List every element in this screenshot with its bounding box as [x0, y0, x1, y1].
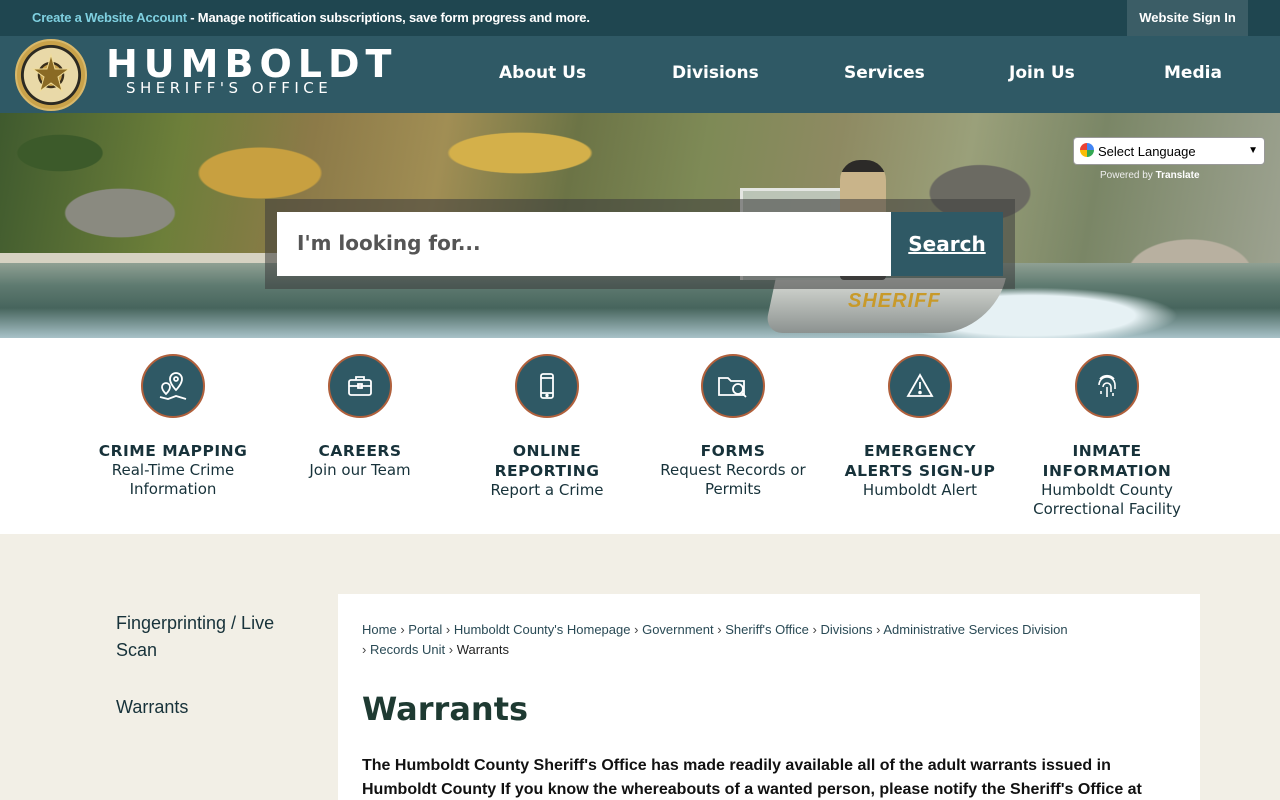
- intro-paragraph: The Humboldt County Sheriff's Office has…: [362, 757, 1142, 798]
- breadcrumb-separator: ›: [445, 622, 451, 637]
- quick-link-crime-mapping[interactable]: CRIME MAPPING Real-Time Crime Informatio…: [88, 338, 258, 499]
- side-navigation: Fingerprinting / Live Scan Warrants: [116, 610, 316, 721]
- breadcrumb-item[interactable]: Records Unit: [370, 642, 445, 657]
- map-pin-icon: [141, 354, 205, 418]
- nav-about-us[interactable]: About Us: [499, 63, 586, 83]
- breadcrumb-separator: ›: [448, 642, 454, 657]
- quick-link-emergency-alerts[interactable]: EMERGENCY ALERTS SIGN-UP Humboldt Alert: [835, 338, 1005, 500]
- search-input[interactable]: I'm looking for...: [277, 212, 891, 276]
- site-header: HUMBOLDT SHERIFF'S OFFICE About Us Divis…: [0, 36, 1280, 113]
- promo-text: - Manage notification subscriptions, sav…: [186, 10, 590, 25]
- brand-subtitle: SHERIFF'S OFFICE: [126, 79, 333, 97]
- briefcase-icon: [328, 354, 392, 418]
- breadcrumb-item[interactable]: Government: [642, 622, 714, 637]
- quick-link-title: INMATE INFORMATION: [1042, 442, 1172, 480]
- language-select-label: Select Language: [1098, 144, 1196, 159]
- nav-join-us[interactable]: Join Us: [1009, 63, 1075, 83]
- powered-by-translate[interactable]: Powered by Translate: [1100, 170, 1200, 181]
- powered-by-text: Powered by: [1100, 170, 1153, 181]
- breadcrumb-separator: ›: [717, 622, 722, 637]
- sidenav-item-warrants[interactable]: Warrants: [116, 694, 316, 721]
- hero-banner: SHERIFF Select Language ▼ Powered by Tra…: [0, 113, 1280, 338]
- breadcrumb-item[interactable]: Humboldt County's Homepage: [454, 622, 631, 637]
- breadcrumb-separator: ›: [812, 622, 817, 637]
- quick-link-online-reporting[interactable]: ONLINE REPORTING Report a Crime: [462, 338, 632, 500]
- search-button[interactable]: Search: [891, 212, 1003, 276]
- language-select[interactable]: Select Language ▼: [1073, 137, 1265, 165]
- quick-link-title: CAREERS: [318, 442, 402, 460]
- folder-search-icon: [701, 354, 765, 418]
- breadcrumb-item[interactable]: Sheriff's Office: [725, 622, 809, 637]
- quick-link-title: EMERGENCY ALERTS SIGN-UP: [844, 442, 996, 480]
- quick-links: CRIME MAPPING Real-Time Crime Informatio…: [0, 338, 1280, 534]
- quick-link-title: FORMS: [700, 442, 766, 460]
- mobile-phone-icon: [515, 354, 579, 418]
- breadcrumb-item[interactable]: Administrative Services Division: [883, 622, 1067, 637]
- breadcrumb: Home › Portal › Humboldt County's Homepa…: [362, 620, 1082, 660]
- sheriff-seal-logo[interactable]: [15, 39, 87, 111]
- fingerprint-icon: [1075, 354, 1139, 418]
- breadcrumb-separator: ›: [876, 622, 881, 637]
- website-sign-in-button[interactable]: Website Sign In: [1127, 0, 1248, 36]
- quick-link-desc: Humboldt County Correctional Facility: [1033, 481, 1181, 518]
- breadcrumb-separator: ›: [362, 642, 367, 657]
- translate-text: Translate: [1155, 170, 1200, 181]
- breadcrumb-item[interactable]: Portal: [408, 622, 442, 637]
- breadcrumb-separator: ›: [634, 622, 639, 637]
- google-icon: [1080, 143, 1094, 157]
- breadcrumb-item[interactable]: Home: [362, 622, 397, 637]
- quick-link-desc: Report a Crime: [490, 481, 604, 499]
- breadcrumb-current: Warrants: [456, 642, 509, 657]
- quick-link-desc: Request Records or Permits: [660, 461, 806, 498]
- breadcrumb-separator: ›: [400, 622, 405, 637]
- breadcrumb-item[interactable]: Divisions: [820, 622, 872, 637]
- warning-icon: [888, 354, 952, 418]
- boat-hull-label: SHERIFF: [848, 290, 941, 312]
- create-account-link[interactable]: Create a Website Account: [32, 10, 187, 25]
- quick-link-forms[interactable]: FORMS Request Records or Permits: [648, 338, 818, 499]
- nav-services[interactable]: Services: [844, 63, 925, 83]
- chevron-down-icon: ▼: [1248, 145, 1258, 156]
- quick-link-desc: Real-Time Crime Information: [111, 461, 235, 498]
- page-title: Warrants: [362, 690, 529, 728]
- top-bar: Create a Website Account - Manage notifi…: [0, 0, 1280, 36]
- quick-link-title: CRIME MAPPING: [98, 442, 248, 460]
- content-card: Home › Portal › Humboldt County's Homepa…: [338, 594, 1200, 800]
- nav-media[interactable]: Media: [1164, 63, 1222, 83]
- quick-link-desc: Humboldt Alert: [862, 481, 978, 499]
- quick-link-careers[interactable]: CAREERS Join our Team: [275, 338, 445, 480]
- nav-divisions[interactable]: Divisions: [672, 63, 759, 83]
- quick-link-desc: Join our Team: [309, 461, 411, 479]
- sidenav-item-fingerprinting[interactable]: Fingerprinting / Live Scan: [116, 610, 316, 664]
- quick-link-inmate-information[interactable]: INMATE INFORMATION Humboldt County Corre…: [1022, 338, 1192, 519]
- quick-link-title: ONLINE REPORTING: [494, 442, 600, 480]
- account-promo: Create a Website Account - Manage notifi…: [32, 10, 590, 25]
- site-search: I'm looking for... Search: [265, 199, 1015, 289]
